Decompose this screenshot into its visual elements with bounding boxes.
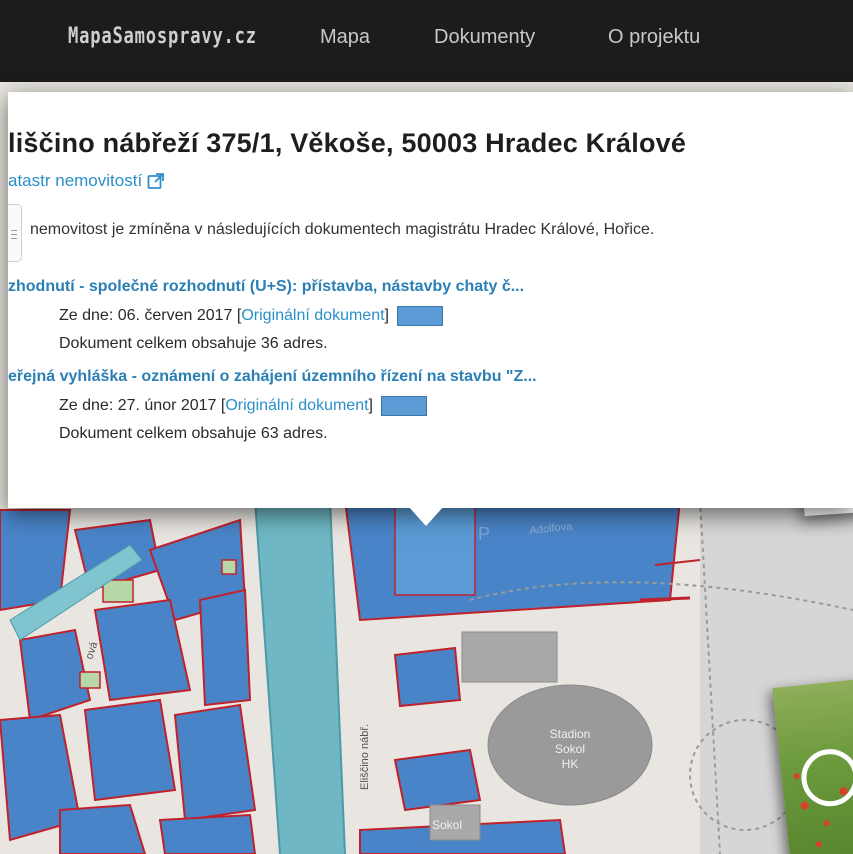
building [461, 631, 558, 683]
popup-pointer [408, 506, 444, 526]
map-label-street: Eliščino nábř. [359, 724, 371, 790]
document-count-2: Dokument celkem obsahuje 63 adres. [59, 425, 328, 442]
map-label-stadium-3: HK [562, 757, 579, 771]
parcel [158, 813, 257, 854]
document-date-2: Ze dne: 27. únor 2017 [59, 397, 217, 414]
parcel-green [102, 579, 134, 603]
cadastre-link[interactable]: atastr nemovitostí [8, 171, 165, 191]
parcel [393, 748, 482, 812]
brand-logo[interactable]: MapaSamospravy.cz [68, 24, 257, 49]
original-document-link-1[interactable]: Originální dokument [241, 307, 384, 325]
popup-title: liščino nábřeží 375/1, Věkoše, 50003 Hra… [8, 128, 687, 158]
parcel-green [79, 671, 101, 689]
address-popup: liščino nábřeží 375/1, Věkoše, 50003 Hra… [8, 92, 853, 508]
external-link-icon [147, 173, 165, 189]
map-label-parking: P [478, 524, 490, 544]
nav-link-dokumenty[interactable]: Dokumenty [434, 26, 535, 49]
map-label-sokol: Sokol [432, 818, 462, 832]
document-color-swatch-2 [380, 396, 427, 416]
top-navbar: MapaSamospravy.cz Mapa Dokumenty O proje… [0, 0, 853, 82]
cadastre-link-label: atastr nemovitostí [8, 171, 143, 190]
document-count-1: Dokument celkem obsahuje 36 adres. [59, 335, 328, 352]
document-date-1: Ze dne: 06. červen 2017 [59, 307, 233, 324]
collapse-handle[interactable] [8, 204, 22, 262]
nav-link-mapa[interactable]: Mapa [320, 26, 370, 49]
parcel [59, 803, 147, 854]
map-label-stadium-1: Stadion [550, 727, 591, 741]
nav-link-o-projektu[interactable]: O projektu [608, 26, 700, 49]
document-title-2[interactable]: eřejná vyhláška - oznámení o zahájení úz… [8, 368, 537, 386]
document-color-swatch-1 [396, 306, 443, 326]
parcel-green [221, 559, 237, 575]
original-document-link-2[interactable]: Originální dokument [225, 397, 368, 415]
parcel [198, 588, 252, 707]
document-title-1[interactable]: zhodnutí - společné rozhodnutí (U+S): př… [8, 278, 524, 296]
map-label-stadium-2: Sokol [555, 742, 585, 756]
parcel [173, 703, 257, 822]
intro-text: nemovitost je zmíněna v následujících do… [30, 221, 655, 238]
document-date-row-2: Ze dne: 27. únor 2017 [Originální dokume… [59, 396, 427, 416]
parcel [393, 646, 462, 708]
document-date-row-1: Ze dne: 06. červen 2017 [Originální doku… [59, 306, 443, 326]
parcel [83, 698, 177, 802]
